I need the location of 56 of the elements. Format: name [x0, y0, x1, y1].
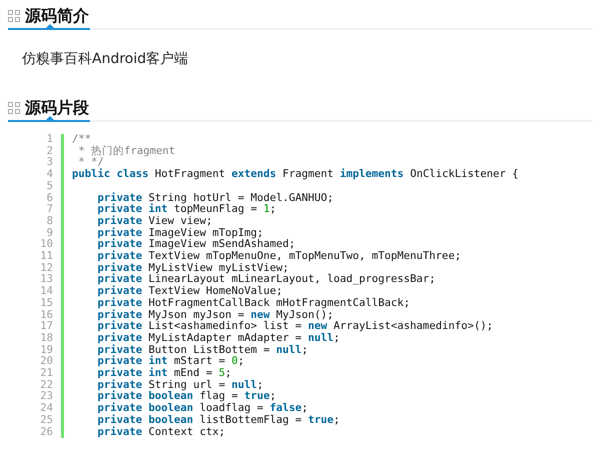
- line-number: 1: [46, 134, 54, 146]
- code-line: private MyListAdapter mAdapter = null;: [96, 332, 340, 344]
- code-line: public class HotFragment extends Fragment implements OnClickListener {: [72, 169, 518, 181]
- code-line: private Button ListBottem = null;: [96, 344, 308, 356]
- code-line: private TextView mTopMenuOne, mTopMenuTwo, mTopMenuThree;: [96, 251, 462, 262]
- code-line: private boolean listBottemFlag = true;: [96, 414, 340, 426]
- line-number: 9: [46, 228, 54, 239]
- section-title: 源码片段: [25, 98, 89, 118]
- grid-icon: [8, 10, 20, 22]
- line-number: 19: [39, 344, 54, 356]
- code-line: private List<ashamedinfo> list = new ArrayList<ashamedinfo>();: [96, 321, 493, 332]
- code-line: * 热门的fragment: [77, 146, 176, 157]
- code-line: private MyListView myListView;: [96, 262, 289, 274]
- line-number: 7: [46, 204, 54, 216]
- line-number: 12: [39, 262, 54, 274]
- line-number: 6: [46, 192, 54, 204]
- code-line: private ImageView mSendAshamed;: [96, 239, 296, 250]
- line-number: 23: [39, 391, 54, 403]
- line-number: 5: [46, 180, 54, 193]
- code-line: private Context ctx;: [96, 426, 226, 438]
- code-line: private MyJson myJson = new MyJson();: [96, 310, 334, 321]
- line-number: 18: [39, 332, 54, 345]
- line-number: 4: [46, 169, 54, 181]
- line-number: 16: [39, 310, 54, 321]
- section-title: 源码简介: [25, 6, 89, 26]
- code-line: * */: [78, 157, 104, 168]
- line-number: 11: [39, 251, 54, 263]
- code-line: private String url = null;: [96, 380, 264, 391]
- line-number: 13: [39, 274, 54, 286]
- line-number: 14: [39, 286, 54, 298]
- code-line: private HotFragmentCallBack mHotFragmentCallBack;: [96, 298, 410, 309]
- line-number: 3: [46, 157, 54, 169]
- line-number: 8: [46, 216, 54, 228]
- code-line: private LinearLayout mLinearLayout, load_progressBar;: [96, 274, 436, 286]
- code-line: /**: [72, 134, 92, 146]
- code-line: private View view;: [96, 216, 212, 227]
- code-line: private boolean flag = true;: [96, 391, 276, 402]
- code-line: private int topMeunFlag = 1;: [96, 204, 276, 216]
- grid-icon: [8, 102, 20, 114]
- code-line: private int mStart = 0;: [96, 356, 244, 368]
- line-number: 21: [39, 368, 54, 380]
- line-number: 10: [39, 239, 54, 251]
- line-number: 26: [39, 426, 54, 438]
- code-line: private int mEnd = 5;: [96, 368, 232, 380]
- code-line: private ImageView mTopImg;: [96, 228, 264, 239]
- line-number: 24: [39, 403, 54, 415]
- description-text: 仿糗事百科Android客户端: [22, 51, 188, 67]
- line-number: 20: [39, 356, 54, 368]
- line-number: 2: [46, 146, 54, 157]
- code-line: private TextView HomeNoValue;: [96, 286, 282, 298]
- line-number: 17: [39, 321, 54, 333]
- line-number: 25: [39, 414, 54, 427]
- code-line: private String hotUrl = Model.GANHUO;: [96, 192, 334, 204]
- code-line: private boolean loadflag = false;: [96, 403, 308, 414]
- line-number: 15: [39, 298, 54, 310]
- line-number: 22: [39, 380, 54, 391]
